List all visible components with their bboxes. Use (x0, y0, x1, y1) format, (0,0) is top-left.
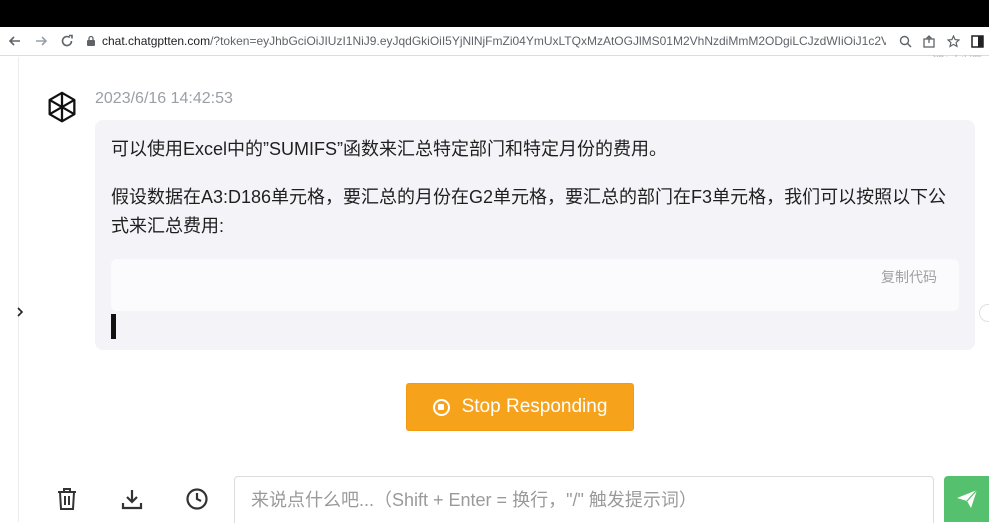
message-paragraph-2: 假设数据在A3:D186单元格，要汇总的月份在G2单元格，要汇总的部门在F3单元… (111, 187, 947, 236)
typing-cursor (111, 314, 116, 339)
address-bar[interactable]: chat.chatgptten.com/?token=eyJhbGciOiJIU… (86, 31, 886, 51)
reload-icon[interactable] (54, 28, 80, 54)
code-block: 复制代码 (111, 259, 959, 311)
forward-arrow-icon[interactable] (28, 28, 54, 54)
composer-input-box (234, 476, 934, 523)
browser-toolbar: chat.chatgptten.com/?token=eyJhbGciOiJIU… (0, 27, 989, 56)
lock-icon (86, 35, 96, 47)
message-timestamp: 2023/6/16 14:42:53 (95, 90, 233, 107)
send-icon (956, 489, 977, 508)
url-path: /?token=eyJhbGciOiJIUzI1NiJ9.eyJqdGkiOiI… (210, 34, 886, 48)
back-arrow-icon[interactable] (2, 28, 28, 54)
window-titlebar (0, 0, 989, 27)
message-input[interactable] (249, 477, 913, 523)
browser-actions (893, 27, 989, 55)
stop-circle-icon (432, 398, 450, 416)
openai-logo-icon (42, 88, 82, 128)
share-icon[interactable] (917, 29, 941, 53)
star-icon[interactable] (941, 29, 965, 53)
stop-responding-label: Stop Responding (461, 396, 608, 417)
stop-responding-button[interactable]: Stop Responding (406, 383, 634, 431)
zoom-icon[interactable] (893, 29, 917, 53)
copy-code-button[interactable]: 复制代码 (881, 267, 937, 287)
url-host: chat.chatgptten.com (102, 34, 211, 48)
chevron-right-icon[interactable] (8, 300, 32, 324)
trash-icon[interactable] (52, 484, 82, 514)
download-icon[interactable] (117, 484, 147, 514)
assistant-message-bubble: 可以使用Excel中的”SUMIFS”函数来汇总特定部门和特定月份的费用。 假设… (95, 120, 975, 350)
history-icon[interactable] (182, 484, 212, 514)
send-button[interactable] (944, 476, 989, 522)
message-paragraph-1: 可以使用Excel中的”SUMIFS”函数来汇总特定部门和特定月份的费用。 (111, 139, 668, 159)
sidepanel-icon[interactable] (965, 29, 989, 53)
